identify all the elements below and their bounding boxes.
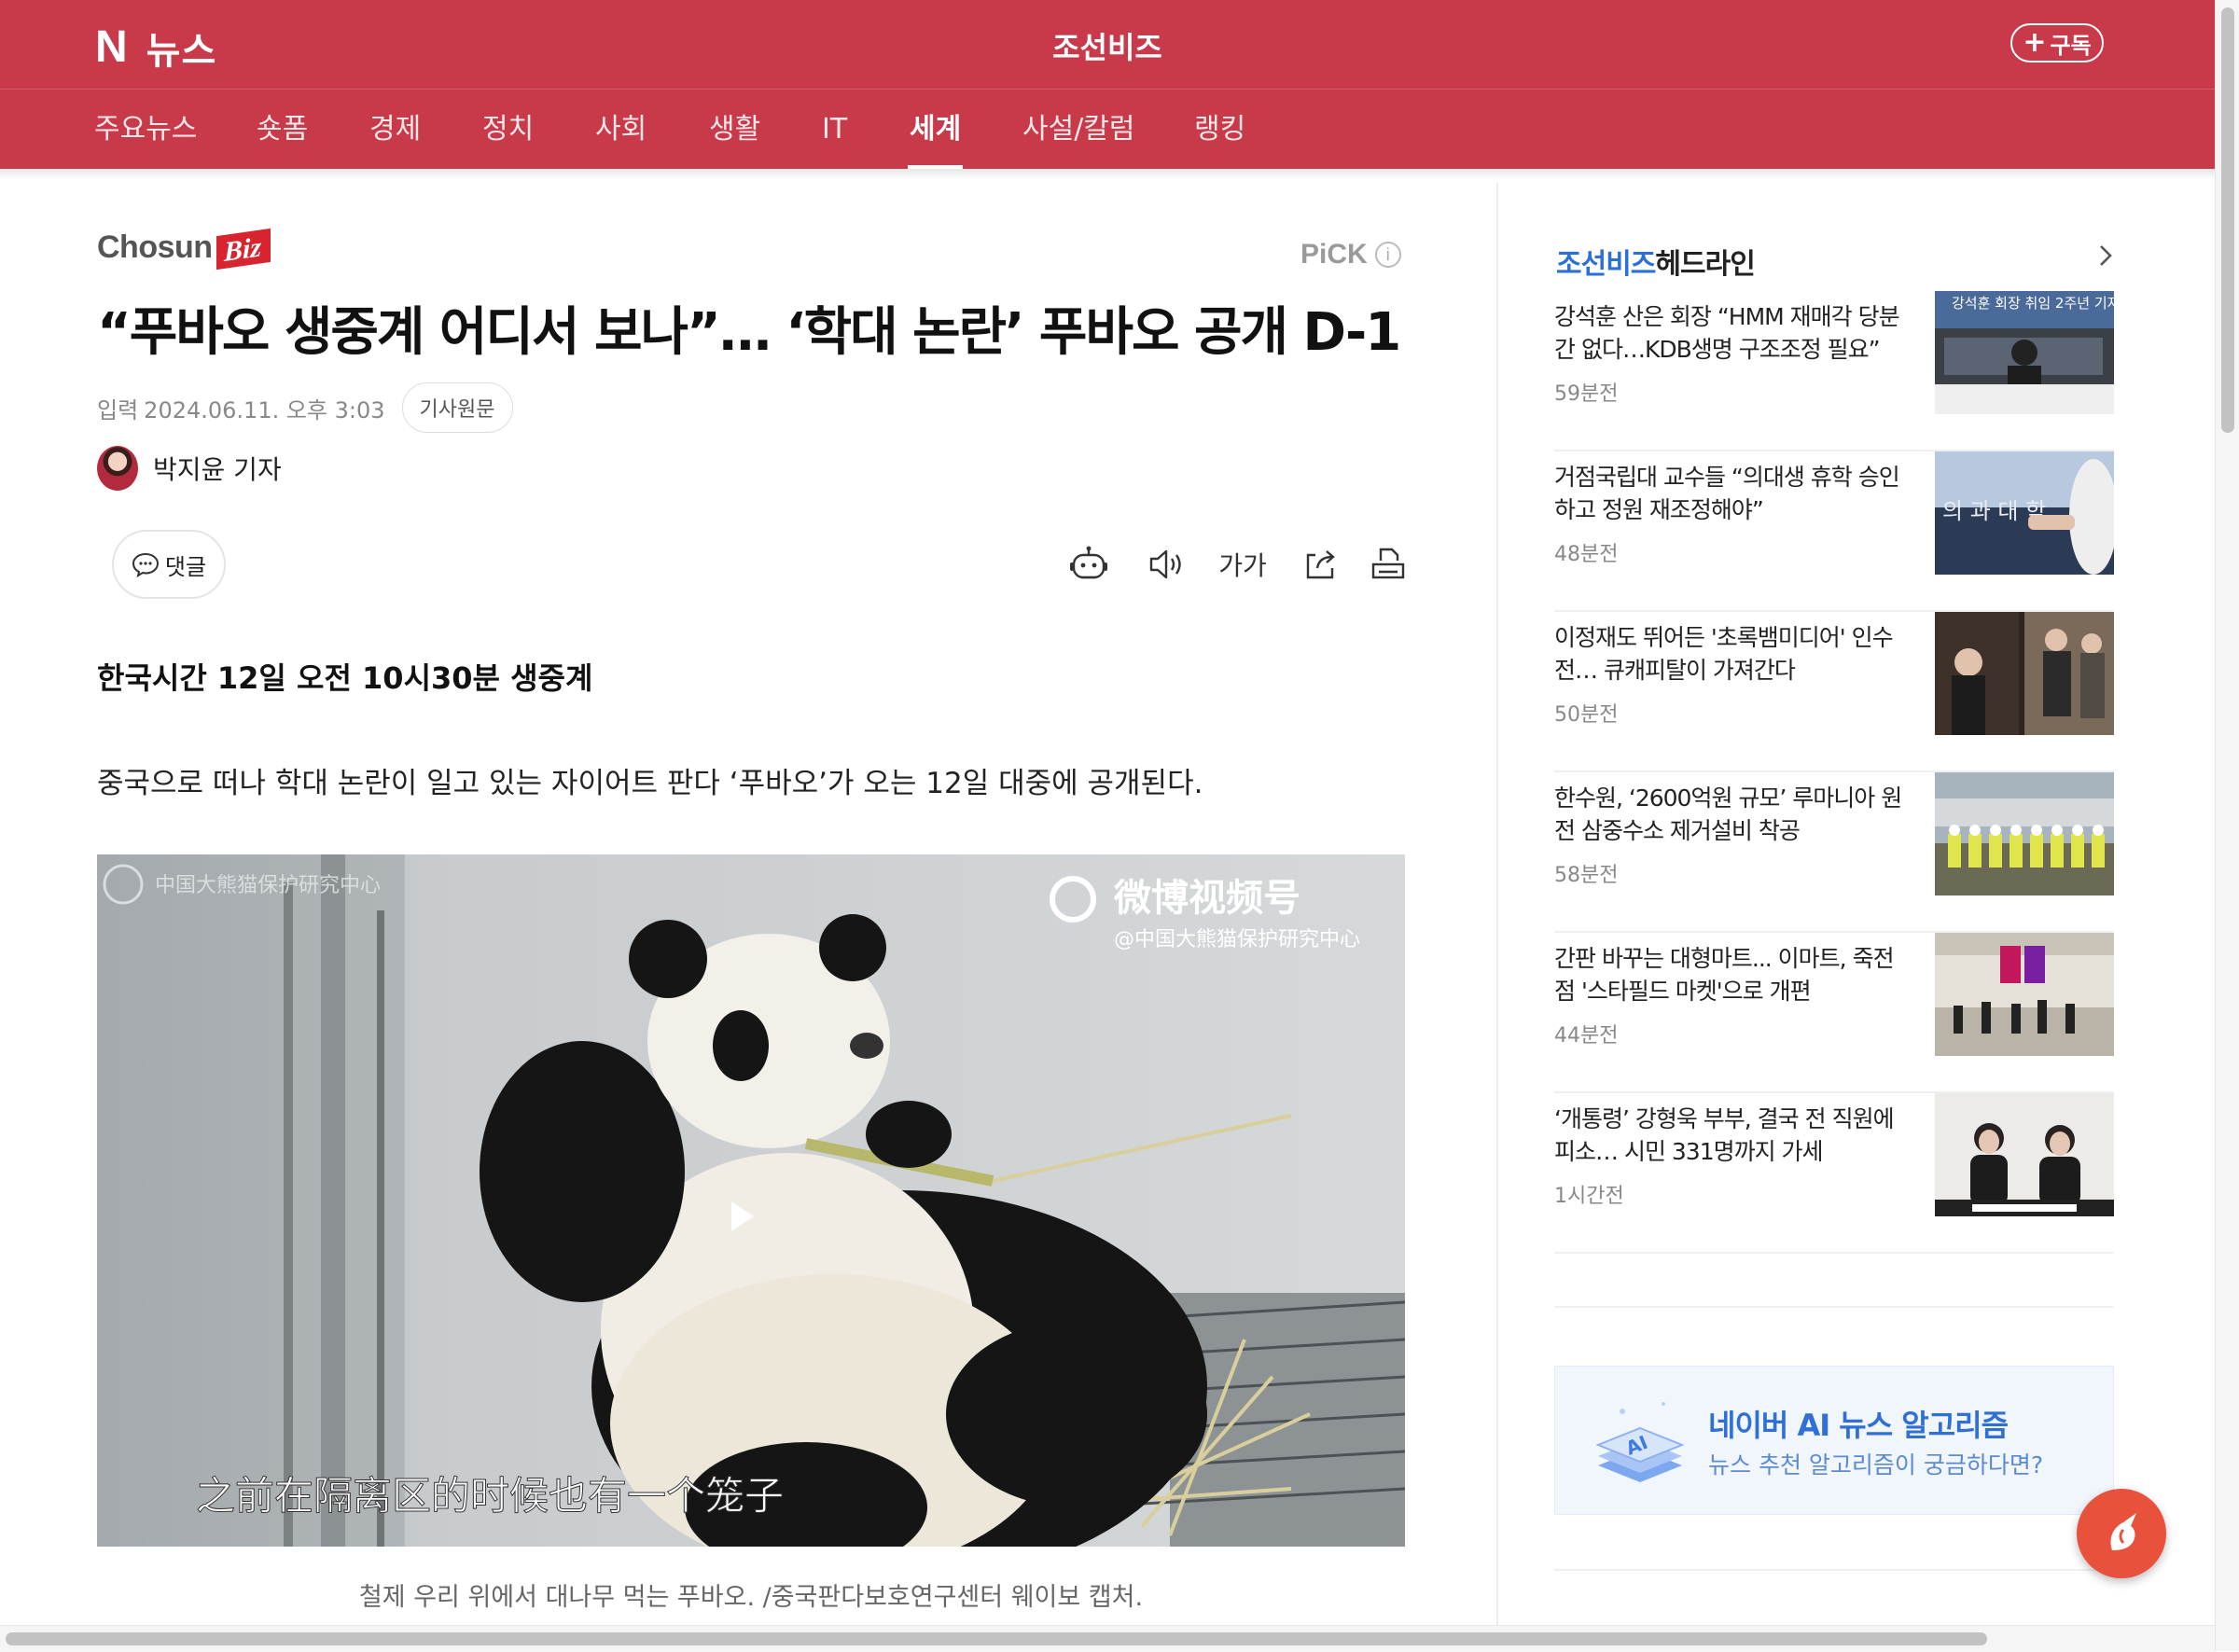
headline-time: 50분전 <box>1554 703 1619 727</box>
headline-time: 58분전 <box>1554 864 1619 887</box>
nav-item-it[interactable]: IT <box>822 90 847 170</box>
headline-time: 1시간전 <box>1554 1185 1624 1208</box>
headline-thumbnail: 의 과 대 학 <box>1935 451 2114 575</box>
headline-item[interactable]: 간판 바꾸는 대형마트... 이마트, 죽전점 '스타필드 마켓'으로 개편 4… <box>1554 933 2114 1093</box>
headline-thumbnail <box>1935 612 2114 735</box>
watermark-main: 微博视频号 <box>1113 877 1300 920</box>
press-logo-accent: Biz <box>216 228 271 271</box>
headline-time: 59분전 <box>1554 382 1619 406</box>
headline-thumbnail: 강석훈 회장 취임 2주년 기자 <box>1935 291 2114 414</box>
watermark-sub: @中国大熊猫保护研究中心 <box>1114 928 1360 951</box>
headline-title: ‘개통령’ 강형욱 부부, 결국 전 직원에 피소… 시민 331명까지 가세 <box>1554 1105 1895 1165</box>
headline-title: 거점국립대 교수들 “의대생 휴학 승인하고 정원 재조정해야” <box>1554 464 1900 523</box>
nav-item-politics[interactable]: 정치 <box>482 90 534 170</box>
headline-title: 한수원, ‘2600억원 규모’ 루마니아 원전 삼중수소 제거설비 착공 <box>1554 784 1902 844</box>
headline-thumbnail <box>1935 933 2114 1056</box>
share-icon[interactable] <box>1300 544 1342 585</box>
nav-item-ranking[interactable]: 랭킹 <box>1194 90 1245 170</box>
headline-thumbnail <box>1935 772 2114 895</box>
headline-title: 강석훈 산은 회장 “HMM 재매각 당분간 없다…KDB생명 구조조정 필요” <box>1554 303 1900 363</box>
headline-item[interactable]: ‘개통령’ 강형욱 부부, 결국 전 직원에 피소… 시민 331명까지 가세 … <box>1554 1093 2114 1254</box>
date-label: 입력 <box>97 396 139 423</box>
headline-time: 44분전 <box>1554 1024 1619 1048</box>
sidebar-divider-bottom <box>1554 1569 2114 1571</box>
nav-item-main-news[interactable]: 주요뉴스 <box>94 90 197 170</box>
press-logo[interactable]: Chosun Biz <box>97 228 271 271</box>
press-name[interactable]: 조선비즈 <box>0 24 2215 67</box>
headline-time: 48분전 <box>1554 543 1619 566</box>
summary-bot-icon[interactable] <box>1068 544 1109 585</box>
horizontal-scroll-thumb[interactable] <box>6 1632 1987 1645</box>
reporter-name: 박지윤 기자 <box>153 454 282 485</box>
ai-banner-title: 네이버 AI 뉴스 알고리즘 <box>1708 1408 2009 1443</box>
vertical-scroll-thumb[interactable] <box>2221 7 2234 433</box>
comment-label: 댓글 <box>164 553 207 580</box>
unicorn-icon <box>2110 1513 2136 1550</box>
sidebar-title[interactable]: 조선비즈헤드라인 <box>1556 241 1756 282</box>
nav-item-shortform[interactable]: 숏폼 <box>257 90 308 170</box>
top-bar: N 뉴스 조선비즈 + 구독 <box>0 0 2215 89</box>
header-shadow <box>0 169 2215 180</box>
press-logo-main: Chosun <box>97 229 213 265</box>
headline-item[interactable]: 한수원, ‘2600억원 규모’ 루마니아 원전 삼중수소 제거설비 착공 58… <box>1554 772 2114 933</box>
article-date: 입력 2024.06.11. 오후 3:03 <box>97 392 385 424</box>
sidebar-divider <box>1554 1306 2114 1308</box>
video-subtitle: 之前在隔离区的时候也有一个笼子 <box>196 1473 784 1519</box>
article-title: “푸바오 생중계 어디서 보나”… ‘학대 논란’ 푸바오 공개 D-1 <box>97 302 1401 363</box>
thumb-caption: 강석훈 회장 취임 2주년 기자 <box>1952 295 2114 312</box>
category-nav: 주요뉴스 숏폼 경제 정치 사회 생활 IT 세계 사설/칼럼 랭킹 <box>0 89 2215 170</box>
subscribe-button[interactable]: + 구독 <box>2010 23 2104 62</box>
original-article-link[interactable]: 기사원문 <box>401 382 513 433</box>
info-icon[interactable]: i <box>1374 242 1401 268</box>
speaker-icon[interactable] <box>1146 544 1187 585</box>
headline-title: 간판 바꾸는 대형마트... 이마트, 죽전점 '스타필드 마켓'으로 개편 <box>1554 945 1895 1005</box>
date-value: 2024.06.11. 오후 3:03 <box>144 396 385 423</box>
nav-item-opinion[interactable]: 사설/칼럼 <box>1022 90 1135 170</box>
article-subheading: 한국시간 12일 오전 10시30분 생중계 <box>97 660 593 696</box>
nav-item-life[interactable]: 생활 <box>709 90 760 170</box>
pick-badge[interactable]: PiCK i <box>1300 239 1401 271</box>
pick-label: PiCK <box>1300 239 1368 270</box>
article-meta: 입력 2024.06.11. 오후 3:03 기사원문 <box>97 382 513 433</box>
headline-thumbnail <box>1935 1093 2114 1216</box>
plus-icon: + <box>2023 26 2047 59</box>
article-video-thumbnail[interactable]: 微博视频号 @中国大熊猫保护研究中心 中国大熊猫保护研究中心 之前在隔离区的时候… <box>97 854 1405 1547</box>
headline-item[interactable]: 이정재도 뛰어든 '초록뱀미디어' 인수전… 큐캐피탈이 가져간다 50분전 <box>1554 612 2114 772</box>
print-icon[interactable] <box>1368 544 1409 585</box>
subscribe-label: 구독 <box>2050 32 2092 59</box>
sidebar-title-press: 조선비즈 <box>1556 248 1656 281</box>
comment-button[interactable]: 댓글 <box>112 530 226 599</box>
comment-bubble-icon <box>132 552 159 577</box>
ai-banner-subtitle: 뉴스 추천 알고리즘이 궁금하다면? <box>1708 1451 2044 1478</box>
headline-title: 이정재도 뛰어든 '초록뱀미디어' 인수전… 큐캐피탈이 가져간다 <box>1554 624 1894 684</box>
ai-algorithm-banner[interactable]: AI 네이버 AI 뉴스 알고리즘 뉴스 추천 알고리즘이 궁금하다면? <box>1554 1366 2114 1515</box>
photo-corner-text: 中国大熊猫保护研究中心 <box>155 874 381 897</box>
horizontal-scrollbar[interactable] <box>0 1625 2215 1652</box>
nav-item-society[interactable]: 사회 <box>595 90 647 170</box>
reporter[interactable]: 박지윤 기자 <box>97 446 282 491</box>
floating-action-button[interactable] <box>2077 1489 2166 1578</box>
vertical-scrollbar[interactable] <box>2215 0 2239 1651</box>
photo-caption: 철제 우리 위에서 대나무 먹는 푸바오. /중국판다보호연구센터 웨이보 캡처… <box>358 1583 1144 1612</box>
article-lead: 중국으로 떠나 학대 논란이 일고 있는 자이어트 판다 ‘푸바오’가 오는 1… <box>97 767 1203 800</box>
chevron-right-icon[interactable] <box>2095 241 2116 274</box>
headline-item[interactable]: 거점국립대 교수들 “의대생 휴학 승인하고 정원 재조정해야” 48분전 의 … <box>1554 451 2114 612</box>
reporter-avatar <box>97 446 138 491</box>
column-divider <box>1496 183 1498 1629</box>
headline-item[interactable]: 강석훈 산은 회장 “HMM 재매각 당분간 없다…KDB생명 구조조정 필요”… <box>1554 291 2114 451</box>
ai-stack-icon: AI <box>1589 1391 1691 1497</box>
font-size-button[interactable]: 가가 <box>1217 544 1268 585</box>
nav-item-economy[interactable]: 경제 <box>369 90 421 170</box>
sidebar-title-rest: 헤드라인 <box>1655 248 1755 281</box>
nav-item-world[interactable]: 세계 <box>907 90 964 170</box>
